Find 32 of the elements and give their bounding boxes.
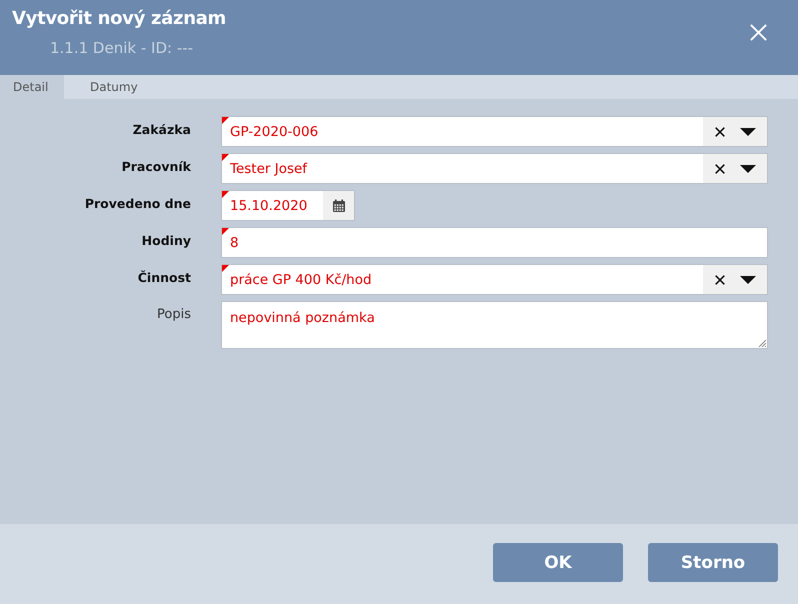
resize-grip-icon[interactable] bbox=[758, 339, 766, 347]
required-marker-icon bbox=[222, 117, 229, 124]
clear-icon[interactable] bbox=[714, 162, 726, 174]
field-label: Zakázka bbox=[132, 121, 191, 137]
combo-box[interactable]: GP-2020-006 bbox=[221, 116, 768, 147]
field-label: Činnost bbox=[136, 269, 191, 285]
clear-icon[interactable] bbox=[714, 126, 726, 138]
tab[interactable]: Datumy bbox=[64, 75, 151, 99]
field-label: Popis bbox=[156, 306, 191, 322]
dropdown-arrow-icon[interactable] bbox=[740, 164, 756, 174]
dropdown-arrow-icon[interactable] bbox=[740, 274, 756, 284]
field-label: Pracovník bbox=[120, 158, 191, 174]
required-marker-icon bbox=[222, 154, 229, 161]
calendar-icon[interactable] bbox=[332, 198, 346, 212]
clear-icon[interactable] bbox=[714, 274, 726, 286]
date-field[interactable]: 15.10.2020 bbox=[221, 190, 355, 221]
tab[interactable]: Detail bbox=[0, 75, 64, 99]
dialog-title: Vytvořit nový záznam bbox=[12, 8, 226, 29]
dialog-subtitle: 1.1.1 Denik - ID: --- bbox=[50, 39, 194, 57]
combo-box[interactable]: Tester Josef bbox=[221, 153, 768, 184]
close-icon[interactable] bbox=[749, 23, 768, 42]
required-marker-icon bbox=[222, 228, 229, 235]
dialog-button[interactable]: OK bbox=[493, 543, 623, 582]
field-label: Hodiny bbox=[140, 232, 191, 248]
field-label: Provedeno dne bbox=[84, 195, 191, 211]
dialog-button[interactable]: Storno bbox=[648, 543, 778, 582]
required-marker-icon bbox=[222, 265, 229, 272]
input-field[interactable]: 8 bbox=[221, 227, 768, 258]
text-area[interactable]: nepovinná poznámka bbox=[221, 301, 768, 349]
combo-box[interactable]: práce GP 400 Kč/hod bbox=[221, 264, 768, 295]
dropdown-arrow-icon[interactable] bbox=[740, 126, 756, 136]
required-marker-icon bbox=[222, 191, 229, 198]
